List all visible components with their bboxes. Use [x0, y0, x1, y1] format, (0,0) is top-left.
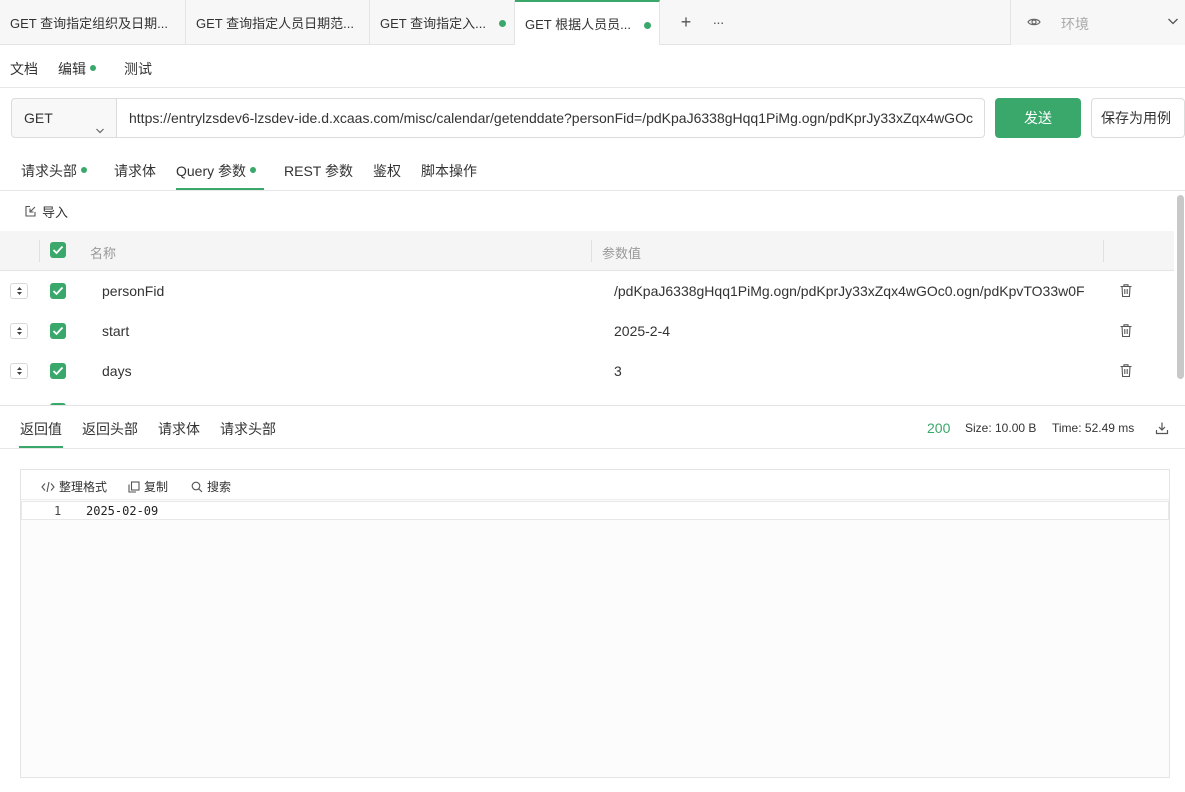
tab-rest-params[interactable]: REST 参数: [284, 161, 353, 181]
request-tab-3[interactable]: GET 查询指定入...: [370, 0, 515, 45]
code-line: 1 2025-02-09: [21, 501, 1169, 520]
tab-request-headers[interactable]: 请求头部: [21, 161, 87, 181]
environment-selector[interactable]: 环境: [1010, 0, 1185, 45]
editor-toolbar: 整理格式 复制 搜索: [21, 470, 1169, 500]
column-divider: [39, 240, 40, 262]
search-icon: [191, 481, 203, 492]
column-divider[interactable]: [1103, 240, 1104, 262]
tab-test[interactable]: 测试: [124, 59, 152, 79]
column-value-header: 参数值: [602, 246, 642, 261]
response-tabs: 返回值 返回头部 请求体 请求头部 200 Size: 10.00 B Time…: [0, 406, 1185, 449]
tab-response-headers[interactable]: 返回头部: [82, 419, 138, 439]
tab-sent-request-body[interactable]: 请求体: [158, 419, 200, 439]
param-name-input[interactable]: start: [102, 323, 129, 339]
copy-label: 复制: [144, 480, 169, 494]
method-value: GET: [24, 110, 53, 126]
trash-icon[interactable]: [1119, 283, 1133, 301]
code-icon: [41, 481, 55, 492]
eye-icon[interactable]: [1027, 15, 1041, 32]
column-name-header: 名称: [90, 246, 117, 261]
param-value-input[interactable]: 3: [614, 363, 1084, 379]
tab-doc[interactable]: 文档: [10, 59, 38, 79]
environment-label: 环境: [1061, 16, 1089, 32]
request-tab-2[interactable]: GET 查询指定人员日期范...: [186, 0, 370, 45]
format-label: 整理格式: [59, 480, 108, 494]
param-name-input[interactable]: days: [102, 363, 132, 379]
tab-sent-request-headers[interactable]: 请求头部: [220, 419, 276, 439]
trash-icon[interactable]: [1119, 323, 1133, 341]
params-table-header: 名称 参数值: [0, 231, 1174, 271]
save-as-case-button[interactable]: 保存为用例: [1091, 98, 1185, 138]
tab-edit[interactable]: 编辑: [58, 59, 96, 79]
import-button[interactable]: 导入: [24, 202, 68, 221]
method-select[interactable]: GET: [11, 98, 117, 138]
request-tab-4-active[interactable]: GET 根据人员员...: [515, 0, 660, 45]
table-row: days 3: [0, 351, 1174, 391]
request-tab-1[interactable]: GET 查询指定组织及日期...: [0, 0, 186, 45]
response-body-text: 2025-02-09: [86, 504, 159, 518]
modified-dot-icon: [81, 167, 87, 174]
import-icon: [25, 205, 36, 217]
response-panel: 返回值 返回头部 请求体 请求头部 200 Size: 10.00 B Time…: [0, 405, 1185, 792]
request-tab-4-label: GET 根据人员员...: [525, 17, 631, 32]
request-section-tabs: 请求头部 请求体 Query 参数 REST 参数 鉴权 脚本操作: [0, 150, 1185, 191]
tab-auth[interactable]: 鉴权: [373, 161, 401, 181]
request-tab-1-label: GET 查询指定组织及日期...: [10, 16, 168, 31]
column-divider[interactable]: [591, 240, 592, 262]
chevron-down-icon[interactable]: [1167, 15, 1179, 30]
param-value-input[interactable]: 2025-2-4: [614, 323, 1084, 339]
table-row: start 2025-2-4: [0, 311, 1174, 351]
import-label: 导入: [42, 205, 69, 220]
copy-button[interactable]: 复制: [128, 478, 168, 495]
trash-icon[interactable]: [1119, 363, 1133, 381]
search-button[interactable]: 搜索: [191, 478, 231, 495]
modified-dot-icon: [90, 65, 96, 72]
drag-sort-handle[interactable]: [10, 283, 28, 299]
request-tab-bar: GET 查询指定组织及日期... GET 查询指定人员日期范... GET 查询…: [0, 0, 1185, 45]
download-icon[interactable]: [1155, 421, 1169, 438]
param-value-input[interactable]: /pdKpaJ6338gHqq1PiMg.ogn/pdKprJy33xZqx4w…: [614, 283, 1084, 299]
response-time: Time: 52.49 ms: [1052, 421, 1135, 435]
param-enabled-checkbox[interactable]: [50, 363, 66, 379]
unsaved-dot-icon: [499, 20, 506, 27]
chevron-down-icon: [95, 112, 105, 150]
add-tab-icon[interactable]: +: [676, 12, 696, 32]
param-name-input[interactable]: personFid: [102, 283, 164, 299]
tab-request-body[interactable]: 请求体: [114, 161, 156, 181]
unsaved-dot-icon: [644, 22, 651, 29]
more-tabs-icon[interactable]: ···: [708, 12, 728, 32]
drag-sort-handle[interactable]: [10, 363, 28, 379]
select-all-checkbox[interactable]: [50, 242, 66, 258]
status-code: 200: [927, 420, 951, 436]
tab-edit-label: 编辑: [58, 61, 86, 77]
url-input[interactable]: https://entrylzsdev6-lzsdev-ide.d.xcaas.…: [116, 98, 985, 138]
response-size: Size: 10.00 B: [965, 421, 1037, 435]
active-tab-underline: [176, 188, 264, 190]
send-button[interactable]: 发送: [995, 98, 1081, 138]
drag-sort-handle[interactable]: [10, 323, 28, 339]
line-number: 1: [54, 504, 62, 518]
active-tab-underline: [19, 446, 63, 448]
tab-query-params[interactable]: Query 参数: [176, 161, 257, 181]
tab-query-params-label: Query 参数: [176, 163, 247, 179]
copy-icon: [128, 480, 140, 493]
request-tab-2-label: GET 查询指定人员日期范...: [196, 16, 354, 31]
mode-tabs: 文档 编辑 测试: [0, 45, 1185, 88]
params-scrollbar[interactable]: [1177, 195, 1184, 379]
table-row: personFid /pdKpaJ6338gHqq1PiMg.ogn/pdKpr…: [0, 271, 1174, 311]
response-editor[interactable]: 整理格式 复制 搜索 1 2025-02-09: [20, 469, 1170, 778]
tab-script[interactable]: 脚本操作: [421, 161, 477, 181]
tab-request-headers-label: 请求头部: [21, 163, 77, 179]
format-button[interactable]: 整理格式: [41, 478, 107, 495]
modified-dot-icon: [250, 167, 257, 174]
request-tab-3-label: GET 查询指定入...: [380, 16, 486, 31]
tab-response-body[interactable]: 返回值: [20, 419, 62, 439]
param-enabled-checkbox[interactable]: [50, 283, 66, 299]
param-enabled-checkbox[interactable]: [50, 323, 66, 339]
search-label: 搜索: [207, 480, 232, 494]
